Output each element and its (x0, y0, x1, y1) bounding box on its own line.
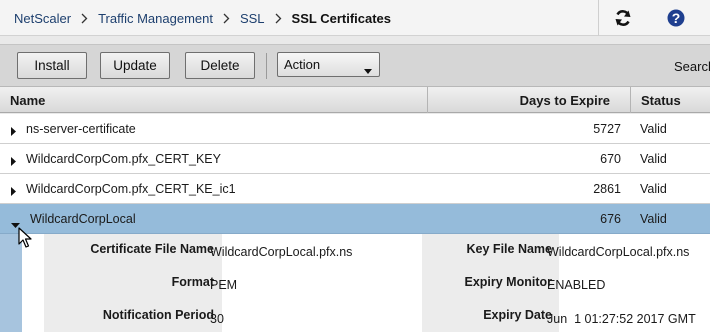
expiry-monitor-label: Expiry Monitor (464, 275, 552, 289)
cert-file-name-label: Certificate File Name (90, 242, 214, 256)
caret-down-icon (364, 62, 372, 77)
key-file-name-label: Key File Name (466, 242, 552, 256)
table-row-selected[interactable]: WildcardCorpLocal 676 Valid (0, 204, 710, 234)
expand-arrow-icon[interactable] (11, 185, 16, 199)
key-file-name-value: WildcardCorpLocal.pfx.ns (547, 245, 690, 259)
svg-text:?: ? (672, 10, 681, 26)
expand-arrow-icon[interactable] (11, 125, 16, 139)
toolbar: Install Update Delete Action Search (0, 44, 710, 86)
format-label: Format (171, 275, 214, 289)
table-header: Name Days to Expire Status (0, 86, 710, 113)
toolbar-divider (266, 53, 267, 79)
expand-arrow-icon[interactable] (11, 155, 16, 169)
row-status: Valid (640, 212, 667, 226)
row-days-to-expire: 2861 (593, 182, 621, 196)
expiry-date-label: Expiry Date (483, 308, 552, 322)
expiry-monitor-value: ENABLED (547, 278, 606, 292)
breadcrumb-bar: NetScaler Traffic Management SSL SSL Cer… (0, 0, 710, 36)
install-button[interactable]: Install (17, 52, 87, 79)
chevron-right-icon (223, 13, 230, 24)
topbar-divider (598, 0, 599, 36)
search-label[interactable]: Search (674, 59, 710, 74)
table-row[interactable]: WildcardCorpCom.pfx_CERT_KE_ic1 2861 Val… (0, 174, 710, 204)
row-name: ns-server-certificate (26, 122, 136, 136)
column-header-name[interactable]: Name (10, 87, 45, 113)
delete-button[interactable]: Delete (185, 52, 255, 79)
chevron-right-icon (275, 13, 282, 24)
table-row[interactable]: ns-server-certificate 5727 Valid (0, 114, 710, 144)
row-days-to-expire: 676 (600, 212, 621, 226)
format-value: PEM (210, 278, 238, 292)
column-header-days-to-expire[interactable]: Days to Expire (427, 87, 630, 113)
row-name: WildcardCorpCom.pfx_CERT_KEY (26, 152, 221, 166)
row-name: WildcardCorpLocal (30, 212, 136, 226)
cert-file-name-value: WildcardCorpLocal.pfx.ns (210, 245, 353, 259)
row-name: WildcardCorpCom.pfx_CERT_KE_ic1 (26, 182, 236, 196)
row-days-to-expire: 5727 (593, 122, 621, 136)
certificate-details-panel: Certificate File Name WildcardCorpLocal.… (0, 234, 710, 332)
row-status: Valid (640, 152, 667, 166)
row-days-to-expire: 670 (600, 152, 621, 166)
mouse-cursor-icon (18, 227, 32, 252)
expiry-date-value: Jun 1 01:27:52 2017 GMT (547, 312, 696, 326)
breadcrumb: NetScaler Traffic Management SSL SSL Cer… (14, 0, 391, 36)
action-dropdown[interactable]: Action (277, 52, 380, 77)
notification-period-label: Notification Period (102, 308, 214, 322)
chevron-right-icon (81, 13, 88, 24)
breadcrumb-netscaler[interactable]: NetScaler (14, 11, 71, 26)
row-status: Valid (640, 182, 667, 196)
row-status: Valid (640, 122, 667, 136)
breadcrumb-ssl[interactable]: SSL (240, 11, 265, 26)
column-header-status[interactable]: Status (630, 87, 710, 113)
breadcrumb-ssl-certificates: SSL Certificates (291, 10, 392, 26)
update-button[interactable]: Update (100, 52, 170, 79)
action-dropdown-label: Action (284, 57, 321, 72)
refresh-icon[interactable] (613, 8, 633, 28)
table-row[interactable]: WildcardCorpCom.pfx_CERT_KEY 670 Valid (0, 144, 710, 174)
breadcrumb-traffic-management[interactable]: Traffic Management (98, 11, 213, 26)
help-icon[interactable]: ? (666, 8, 686, 28)
certificate-details-body: Certificate File Name WildcardCorpLocal.… (22, 234, 710, 332)
notification-period-value: 30 (210, 312, 224, 326)
